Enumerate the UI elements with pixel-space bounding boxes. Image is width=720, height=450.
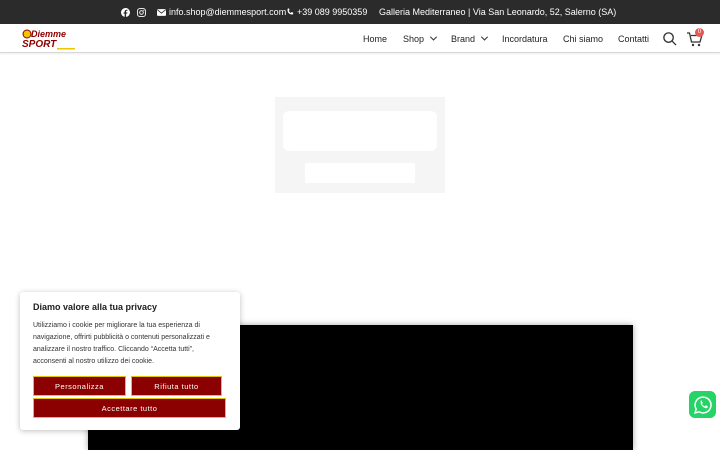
nav-chi-siamo-label: Chi siamo (563, 33, 604, 44)
nav-brand-label: Brand (451, 33, 476, 44)
phone-text: +39 089 9950359 (297, 7, 368, 17)
cookie-text: Utilizziamo i cookie per migliorare la t… (33, 322, 210, 365)
chevron-down-icon (429, 33, 438, 41)
facebook-icon[interactable] (121, 0, 130, 24)
nav-shop-label: Shop (403, 33, 425, 44)
address-text: Galleria Mediterraneo | Via San Leonardo… (379, 7, 617, 17)
email-text: info.shop@diemmesport.com (169, 7, 287, 17)
instagram-icon[interactable] (137, 0, 146, 24)
nav-incordatura[interactable]: Incordatura (502, 24, 548, 53)
cookie-title: Diamo valore alla tua privacy (33, 302, 158, 312)
nav-home[interactable]: Home (363, 24, 387, 53)
customize-button[interactable]: Personalizza (33, 376, 126, 396)
nav-shop[interactable]: Shop (403, 24, 438, 53)
whatsapp-button[interactable] (689, 391, 716, 418)
whatsapp-icon (693, 395, 712, 414)
accept-all-button[interactable]: Accettare tutto (33, 398, 226, 418)
envelope-icon (157, 8, 166, 16)
reject-all-button[interactable]: Rifiuta tutto (131, 376, 222, 396)
nav-contatti-label: Contatti (618, 33, 650, 44)
site-logo[interactable]: Diemme SPORT (21, 27, 81, 51)
search-icon[interactable] (662, 31, 677, 46)
logo-line2: SPORT (22, 39, 57, 50)
logo-line1: Diemme (31, 29, 66, 39)
hero-logo-faded (275, 97, 445, 193)
cart-count-badge: 0 (695, 28, 704, 37)
chevron-down-icon (480, 33, 489, 41)
top-bar: info.shop@diemmesport.com +39 089 995035… (0, 0, 720, 24)
nav-brand[interactable]: Brand (451, 24, 489, 53)
email-link[interactable]: info.shop@diemmesport.com (157, 0, 286, 24)
site-header: Diemme SPORT Home Shop Brand Incordatura… (0, 24, 720, 53)
nav-contatti[interactable]: Contatti (618, 24, 649, 53)
nav-home-label: Home (363, 33, 388, 44)
nav-incordatura-label: Incordatura (502, 33, 548, 44)
cookie-consent-banner: Diamo valore alla tua privacy Utilizziam… (20, 292, 240, 430)
nav-chi-siamo[interactable]: Chi siamo (563, 24, 603, 53)
phone-icon (287, 8, 294, 15)
phone-link[interactable]: +39 089 9950359 (286, 0, 367, 24)
